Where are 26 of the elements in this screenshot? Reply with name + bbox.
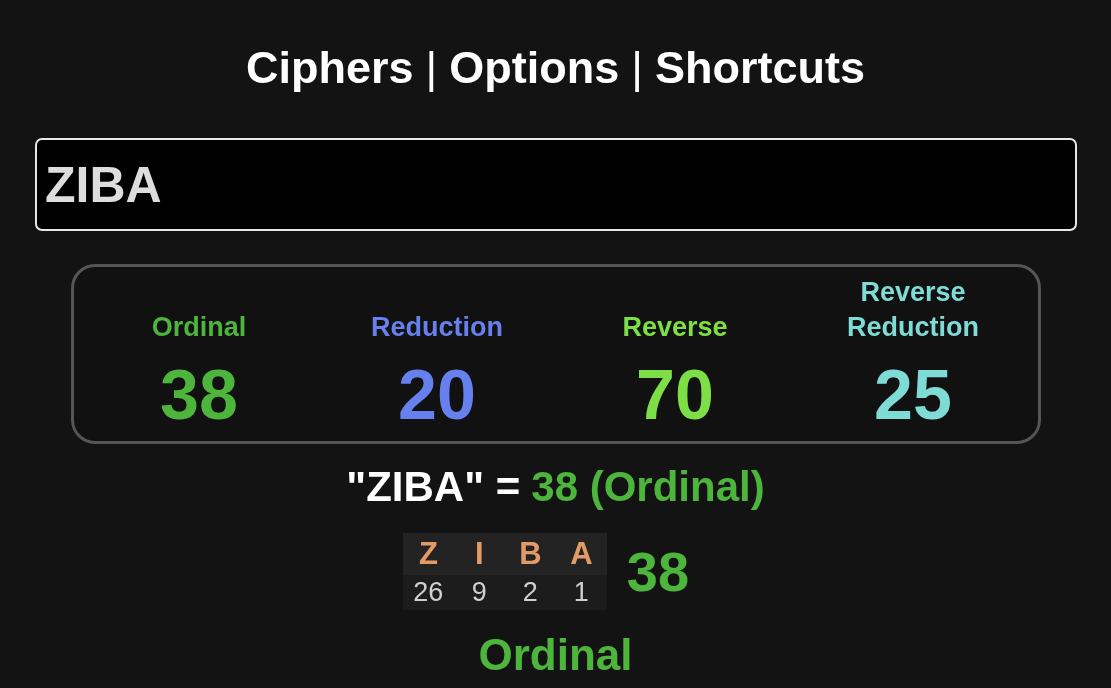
nav-link[interactable]: Ciphers	[246, 40, 414, 96]
letter-value: 1	[572, 576, 590, 609]
result-value: 38 (Ordinal)	[531, 462, 765, 512]
cipher-value: 25	[874, 355, 952, 436]
cipher-name[interactable]: Ordinal	[151, 310, 247, 345]
cipher-value: 38	[160, 355, 238, 436]
cipher-name[interactable]: Reduction	[371, 310, 503, 345]
cipher-name[interactable]: Reverse	[622, 310, 728, 345]
separator-text: |	[631, 41, 643, 95]
nav-link[interactable]: Shortcuts	[654, 40, 865, 96]
letter-text: A	[569, 535, 594, 573]
letter-value: 2	[521, 576, 539, 609]
text-input[interactable]: ZIBA	[35, 138, 1077, 231]
separator-text: |	[425, 41, 438, 95]
cipher-title: Ordinal	[478, 630, 633, 680]
letter-value: 9	[470, 576, 488, 609]
letter-value: 26	[412, 576, 445, 609]
letter-text: B	[518, 535, 543, 573]
letter-text: Z	[417, 535, 439, 573]
letter-text: I	[474, 535, 485, 573]
cipher-name[interactable]: Reverse Reduction	[813, 275, 1013, 345]
total-value: 38	[626, 538, 690, 605]
cipher-value: 70	[636, 355, 714, 436]
phrase-text: "ZIBA" =	[346, 462, 521, 512]
nav-link[interactable]: Options	[449, 40, 620, 96]
cipher-value: 20	[398, 355, 476, 436]
